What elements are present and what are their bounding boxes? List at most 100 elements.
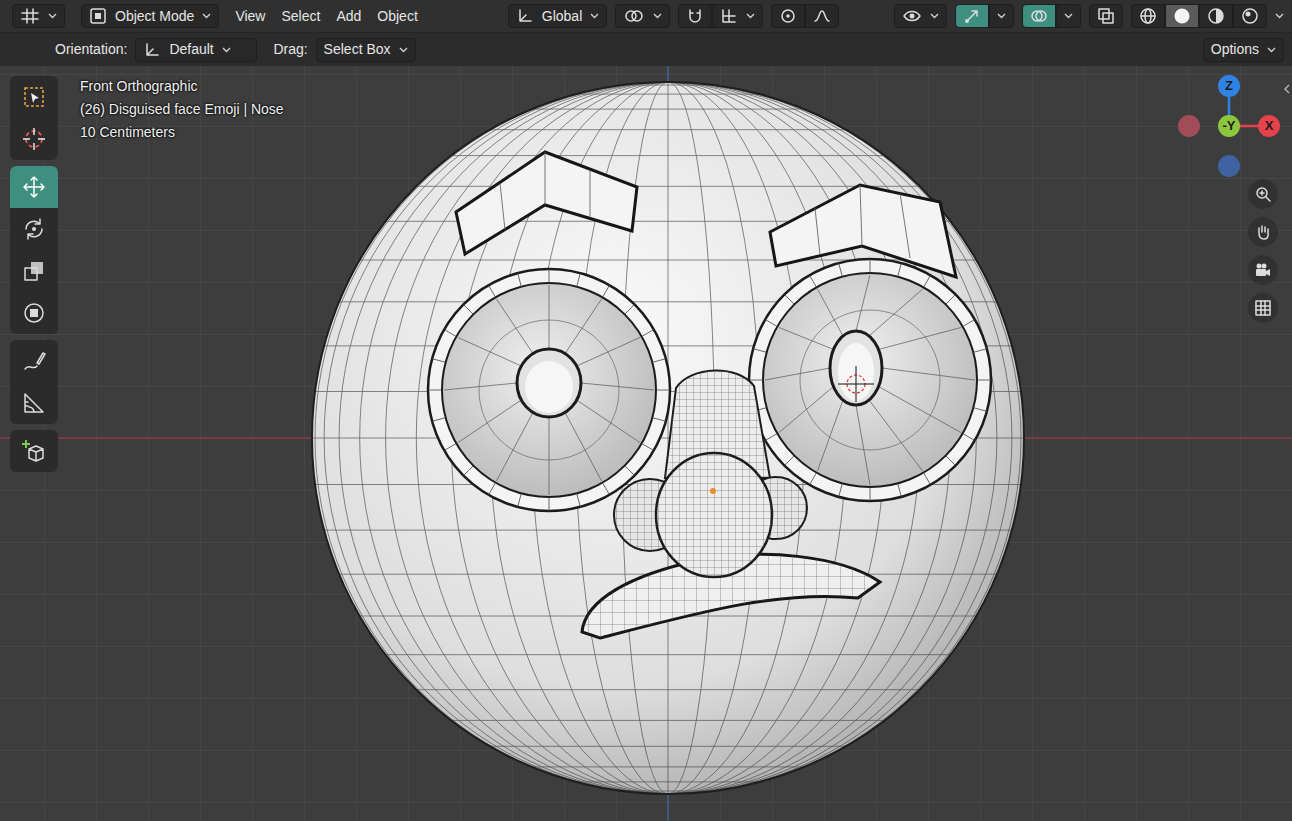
drag-dropdown[interactable]: Select Box [316, 38, 416, 62]
xray-toggle[interactable] [1089, 4, 1123, 28]
viewport-icon [20, 7, 40, 25]
shading-button[interactable] [1233, 4, 1267, 28]
tool-button[interactable] [10, 430, 58, 472]
scale-icon [21, 258, 47, 284]
tool-button[interactable] [10, 166, 58, 208]
camera-icon [1262, 264, 1267, 269]
model-render [497, 412, 534, 481]
gizmo-icon [963, 7, 981, 25]
tool-button[interactable] [10, 118, 58, 160]
tool-button[interactable] [10, 76, 58, 118]
snap-toggle[interactable] [678, 4, 712, 28]
nav-button[interactable] [1248, 293, 1278, 323]
falloff-dropdown[interactable] [805, 4, 839, 28]
editor-type-button[interactable] [12, 4, 65, 28]
shading-button[interactable] [1131, 4, 1165, 28]
model-render [765, 368, 830, 380]
chevron-icon [399, 47, 408, 53]
shading-options-icon [1275, 13, 1284, 19]
model-render [710, 488, 716, 494]
overlays-icon [1030, 7, 1048, 25]
rendered-shading-icon [1241, 7, 1259, 25]
add-cube-icon [22, 440, 30, 448]
sidebar-arrow-icon[interactable] [1284, 84, 1290, 94]
proportional-toggle[interactable] [771, 4, 805, 28]
mode-dropdown[interactable]: Object Mode [81, 4, 219, 28]
rotate-icon [21, 216, 47, 242]
3d-viewport[interactable]: Front Orthographic(26) Disguised face Em… [0, 66, 1292, 821]
model-render [517, 349, 581, 417]
scale-icon [21, 258, 47, 284]
model-render [882, 368, 975, 380]
gizmo-axis-bubble[interactable] [1218, 155, 1240, 177]
model-render [818, 400, 844, 471]
navigation-buttons [1248, 179, 1278, 323]
chevron-icon [49, 14, 56, 18]
model-render [432, 418, 446, 422]
model-render [576, 781, 760, 782]
gizmo-icon [965, 19, 969, 23]
header-menu[interactable]: Object [369, 6, 425, 27]
model-render [749, 259, 991, 501]
hand-icon [1254, 223, 1272, 241]
nav-button[interactable] [1248, 255, 1278, 285]
zoom-icon [1254, 185, 1272, 203]
pivot-dropdown[interactable] [615, 4, 670, 28]
gizmo-axis-bubble[interactable] [1178, 115, 1200, 137]
model-render [603, 285, 610, 297]
gizmo-axis-bubble[interactable]: Z [1218, 75, 1240, 97]
chevron-icon [930, 13, 939, 19]
zoom-icon [1260, 191, 1270, 201]
display-controls [894, 4, 1284, 28]
tool-button[interactable] [10, 250, 58, 292]
header-menu[interactable]: View [227, 6, 273, 27]
nav-button[interactable] [1248, 217, 1278, 247]
nav-button[interactable] [1248, 179, 1278, 209]
model-render [784, 456, 794, 466]
options-dropdown[interactable]: Options [1203, 38, 1284, 62]
tool-button[interactable] [10, 340, 58, 382]
model-render [312, 82, 1024, 794]
viewport-icon [22, 9, 38, 23]
shading-button[interactable] [1199, 4, 1233, 28]
model-render [549, 269, 550, 283]
tool-button[interactable] [10, 382, 58, 424]
navigation-gizmo[interactable]: Z -Y X [1179, 76, 1279, 176]
hand-icon [1259, 226, 1268, 239]
wireframe-shading-icon [1141, 15, 1155, 17]
snap-group [678, 4, 763, 28]
orientation-value: Default [169, 39, 213, 60]
overlays-toggle[interactable] [1022, 4, 1056, 28]
overlays-dropdown[interactable] [1056, 4, 1081, 28]
grid-icon [1254, 299, 1272, 317]
proportional-icon [782, 10, 794, 22]
model-render [463, 304, 473, 314]
model-render [532, 109, 804, 110]
model-render [815, 185, 910, 258]
orientation-icon [143, 41, 161, 59]
measure-icon [21, 390, 47, 416]
orientation-default-dropdown[interactable]: Default [135, 38, 257, 62]
shading-button[interactable] [1165, 4, 1199, 28]
model-render [451, 720, 884, 721]
gizmo-axis-bubble[interactable]: X [1258, 115, 1280, 137]
header-menu[interactable]: Add [328, 6, 369, 27]
header-menu[interactable]: Select [273, 6, 328, 27]
model-render [856, 275, 870, 331]
gizmo-toggle[interactable] [955, 4, 989, 28]
tool-button[interactable] [10, 292, 58, 334]
select-box-icon [25, 88, 43, 106]
annotate-icon [21, 348, 47, 374]
gizmo-dropdown[interactable] [989, 4, 1014, 28]
measure-icon [25, 394, 43, 412]
gizmo-axis-bubble[interactable]: -Y [1218, 115, 1240, 137]
snap-target-dropdown[interactable] [712, 4, 763, 28]
tool-button[interactable] [10, 208, 58, 250]
orientation-dropdown[interactable]: Global [508, 4, 607, 28]
model-render [625, 466, 635, 476]
model-render [652, 359, 666, 363]
cursor-icon [21, 126, 47, 152]
visibility-dropdown[interactable] [894, 4, 947, 28]
model-render [565, 412, 602, 481]
proportional-icon [786, 14, 790, 18]
